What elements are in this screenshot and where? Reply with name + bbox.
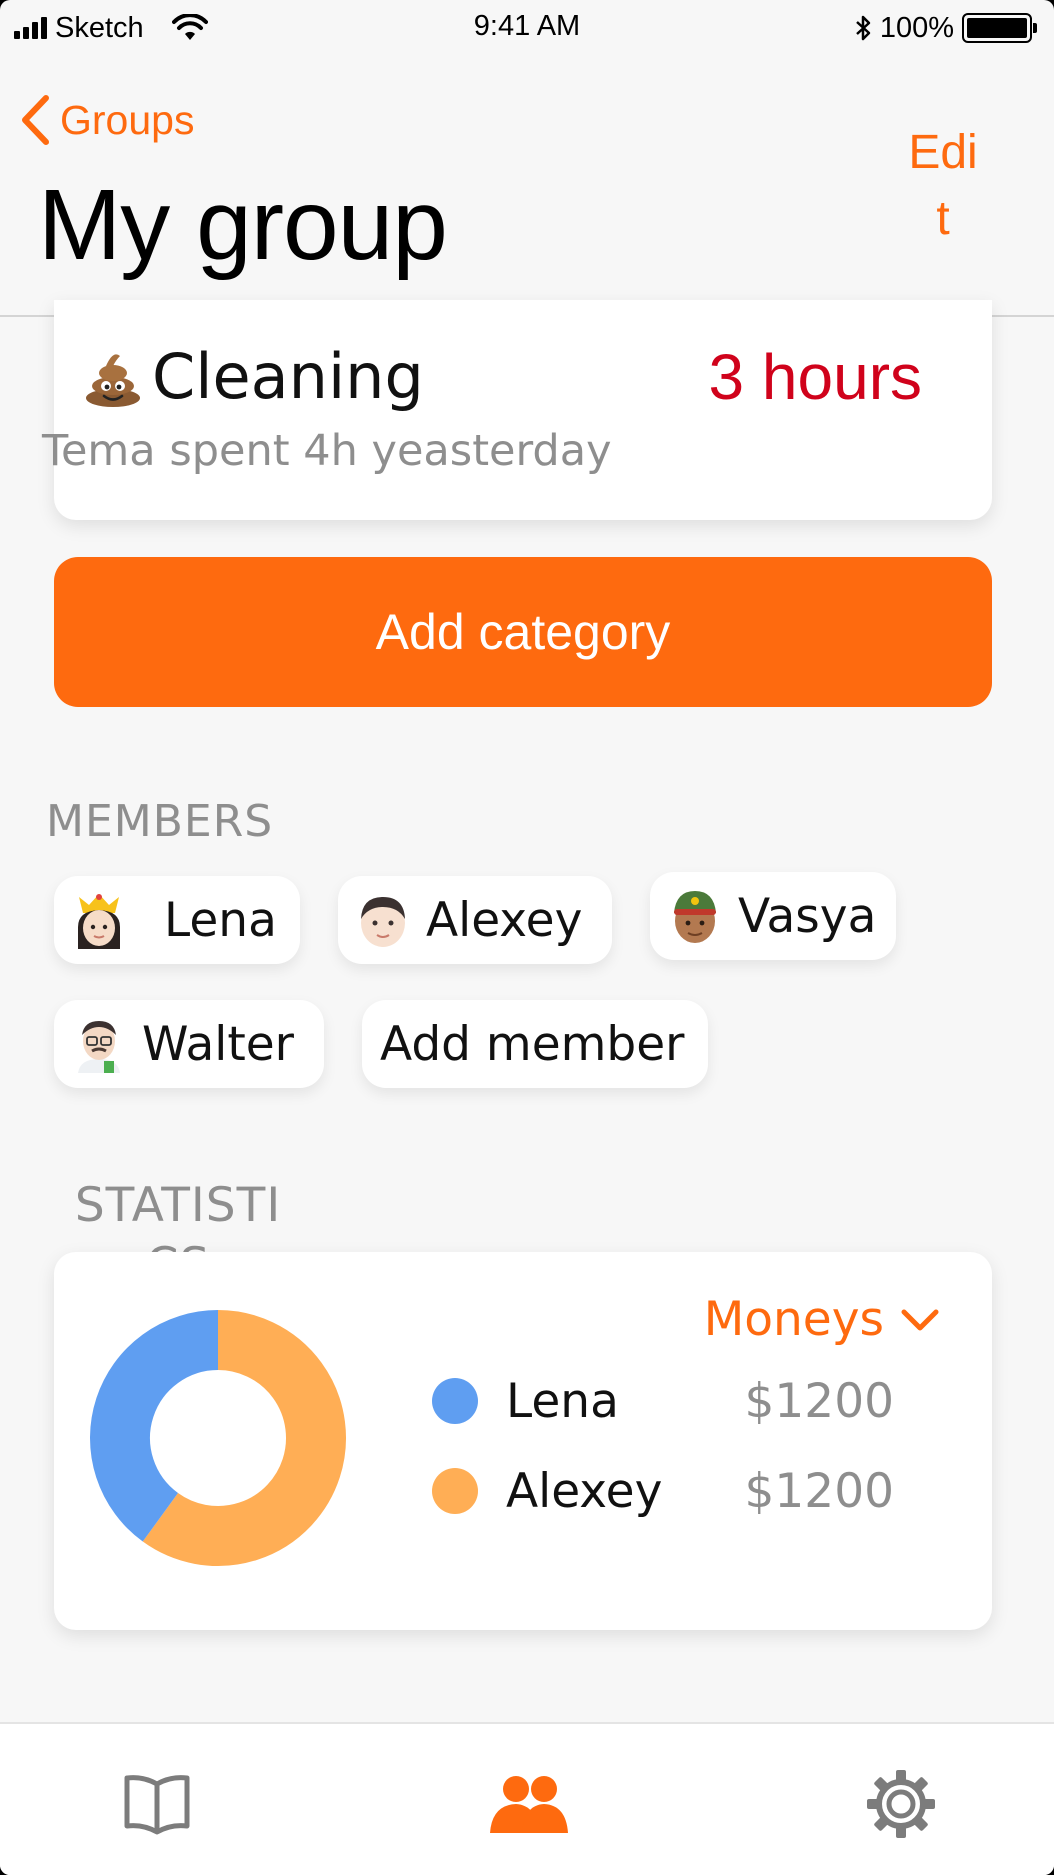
edit-button[interactable]: Edit	[902, 120, 984, 252]
member-name: Lena	[164, 892, 277, 948]
donut-chart	[90, 1310, 346, 1566]
legend-dot	[432, 1378, 478, 1424]
category-hours: 3 hours	[708, 341, 922, 413]
people-icon	[490, 1776, 568, 1833]
member-chip-alexey[interactable]: Alexey	[338, 876, 612, 964]
add-member-label: Add member	[380, 1016, 685, 1072]
member-chip-walter[interactable]: Walter	[54, 1000, 324, 1088]
member-name: Vasya	[738, 888, 877, 944]
battery-icon	[962, 13, 1037, 43]
legend-value: $1200	[744, 1373, 894, 1429]
category-name-row: Cleaning	[82, 340, 424, 413]
members-heading: MEMBERS	[46, 796, 274, 847]
tab-bar	[0, 1722, 1054, 1875]
add-category-button[interactable]: Add category	[54, 557, 992, 707]
bluetooth-icon	[855, 15, 871, 41]
member-chip-vasya[interactable]: Vasya	[650, 872, 896, 960]
legend-value: $1200	[744, 1463, 894, 1519]
man-cap-emoji-icon	[674, 891, 716, 943]
book-icon	[124, 1775, 190, 1835]
donut-slice-lena	[90, 1310, 220, 1542]
member-name: Alexey	[426, 892, 583, 948]
legend-name: Alexey	[506, 1463, 663, 1519]
statistics-card: Moneys Lena $1200 Alexey $1200	[54, 1252, 992, 1630]
page-title: My group	[38, 169, 448, 281]
boy-emoji-icon	[361, 897, 405, 947]
legend-row: Lena $1200	[432, 1366, 972, 1436]
category-card[interactable]: Cleaning 3 hours Tema spent 4h yeasterda…	[42, 300, 992, 520]
screen: Sketch 9:41 AM 100% Groups Edit My group	[0, 0, 1054, 1875]
tab-book[interactable]	[112, 1764, 202, 1844]
legend-dot	[432, 1468, 478, 1514]
woman-crown-emoji-icon	[78, 894, 120, 949]
back-label: Groups	[60, 96, 195, 143]
tab-settings[interactable]	[856, 1764, 946, 1844]
category-subtitle: Tema spent 4h yeasterday	[42, 426, 612, 476]
status-right: 100%	[854, 10, 1037, 46]
add-member-button[interactable]: Add member	[362, 1000, 708, 1088]
moneys-dropdown[interactable]: Moneys	[704, 1292, 940, 1347]
chevron-down-icon	[901, 1309, 939, 1330]
back-button[interactable]: Groups	[20, 94, 194, 146]
category-name: Cleaning	[152, 340, 424, 413]
nav-header: Groups Edit My group	[0, 58, 1054, 317]
gear-icon	[867, 1770, 935, 1838]
scientist-emoji-icon	[78, 1021, 120, 1073]
chevron-left-icon	[22, 95, 49, 145]
member-chip-lena[interactable]: Lena	[54, 876, 300, 964]
battery-percent: 100%	[879, 11, 954, 44]
poo-emoji-icon	[86, 353, 140, 407]
status-bar: Sketch 9:41 AM 100%	[0, 0, 1054, 58]
legend-name: Lena	[506, 1373, 619, 1429]
legend-row: Alexey $1200	[432, 1456, 972, 1526]
moneys-dropdown-label: Moneys	[703, 1292, 884, 1347]
member-name: Walter	[142, 1016, 294, 1072]
tab-groups[interactable]	[484, 1764, 574, 1844]
